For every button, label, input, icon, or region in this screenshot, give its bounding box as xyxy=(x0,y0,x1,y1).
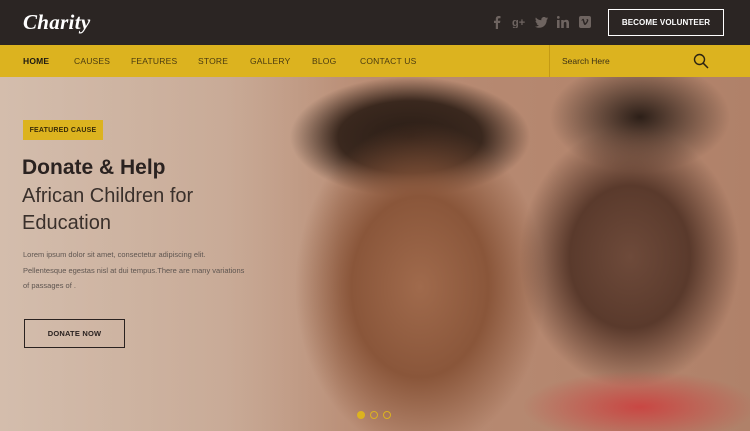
featured-cause-badge: FEATURED CAUSE xyxy=(23,120,103,140)
slider-pagination xyxy=(357,411,391,419)
hero-description: Lorem ipsum dolor sit amet, consectetur … xyxy=(23,250,245,290)
facebook-icon[interactable] xyxy=(486,15,508,29)
slider-dot[interactable] xyxy=(357,411,365,419)
search-input[interactable]: Search Here xyxy=(562,56,610,66)
svg-text:g+: g+ xyxy=(512,17,525,28)
nav-item-blog[interactable]: BLOG xyxy=(312,56,336,66)
nav-item-contact[interactable]: CONTACT US xyxy=(360,56,416,66)
hero-headline: Donate & Help xyxy=(22,156,166,179)
top-header: Charity g+ BECOME VOLUNTEER xyxy=(0,0,750,45)
search-icon[interactable] xyxy=(693,53,709,74)
hero-subheadline: African Children for Education xyxy=(22,185,194,234)
nav-item-gallery[interactable]: GALLERY xyxy=(250,56,290,66)
hero-slider: FEATURED CAUSE Donate & Help African Chi… xyxy=(0,77,750,431)
nav-item-home[interactable]: HOME xyxy=(23,56,49,66)
twitter-icon[interactable] xyxy=(530,15,552,29)
search-box[interactable]: Search Here xyxy=(549,45,750,77)
google-plus-icon[interactable]: g+ xyxy=(508,15,530,29)
linkedin-icon[interactable] xyxy=(552,15,574,29)
vimeo-icon[interactable] xyxy=(574,15,596,29)
slider-dot[interactable] xyxy=(370,411,378,419)
nav-item-store[interactable]: STORE xyxy=(198,56,228,66)
slider-dot[interactable] xyxy=(383,411,391,419)
social-links: g+ xyxy=(486,15,596,29)
nav-item-causes[interactable]: CAUSES xyxy=(74,56,110,66)
nav-item-features[interactable]: FEATURES xyxy=(131,56,177,66)
site-logo[interactable]: Charity xyxy=(23,10,90,35)
donate-now-button[interactable]: DONATE NOW xyxy=(24,319,125,348)
become-volunteer-button[interactable]: BECOME VOLUNTEER xyxy=(608,9,724,36)
